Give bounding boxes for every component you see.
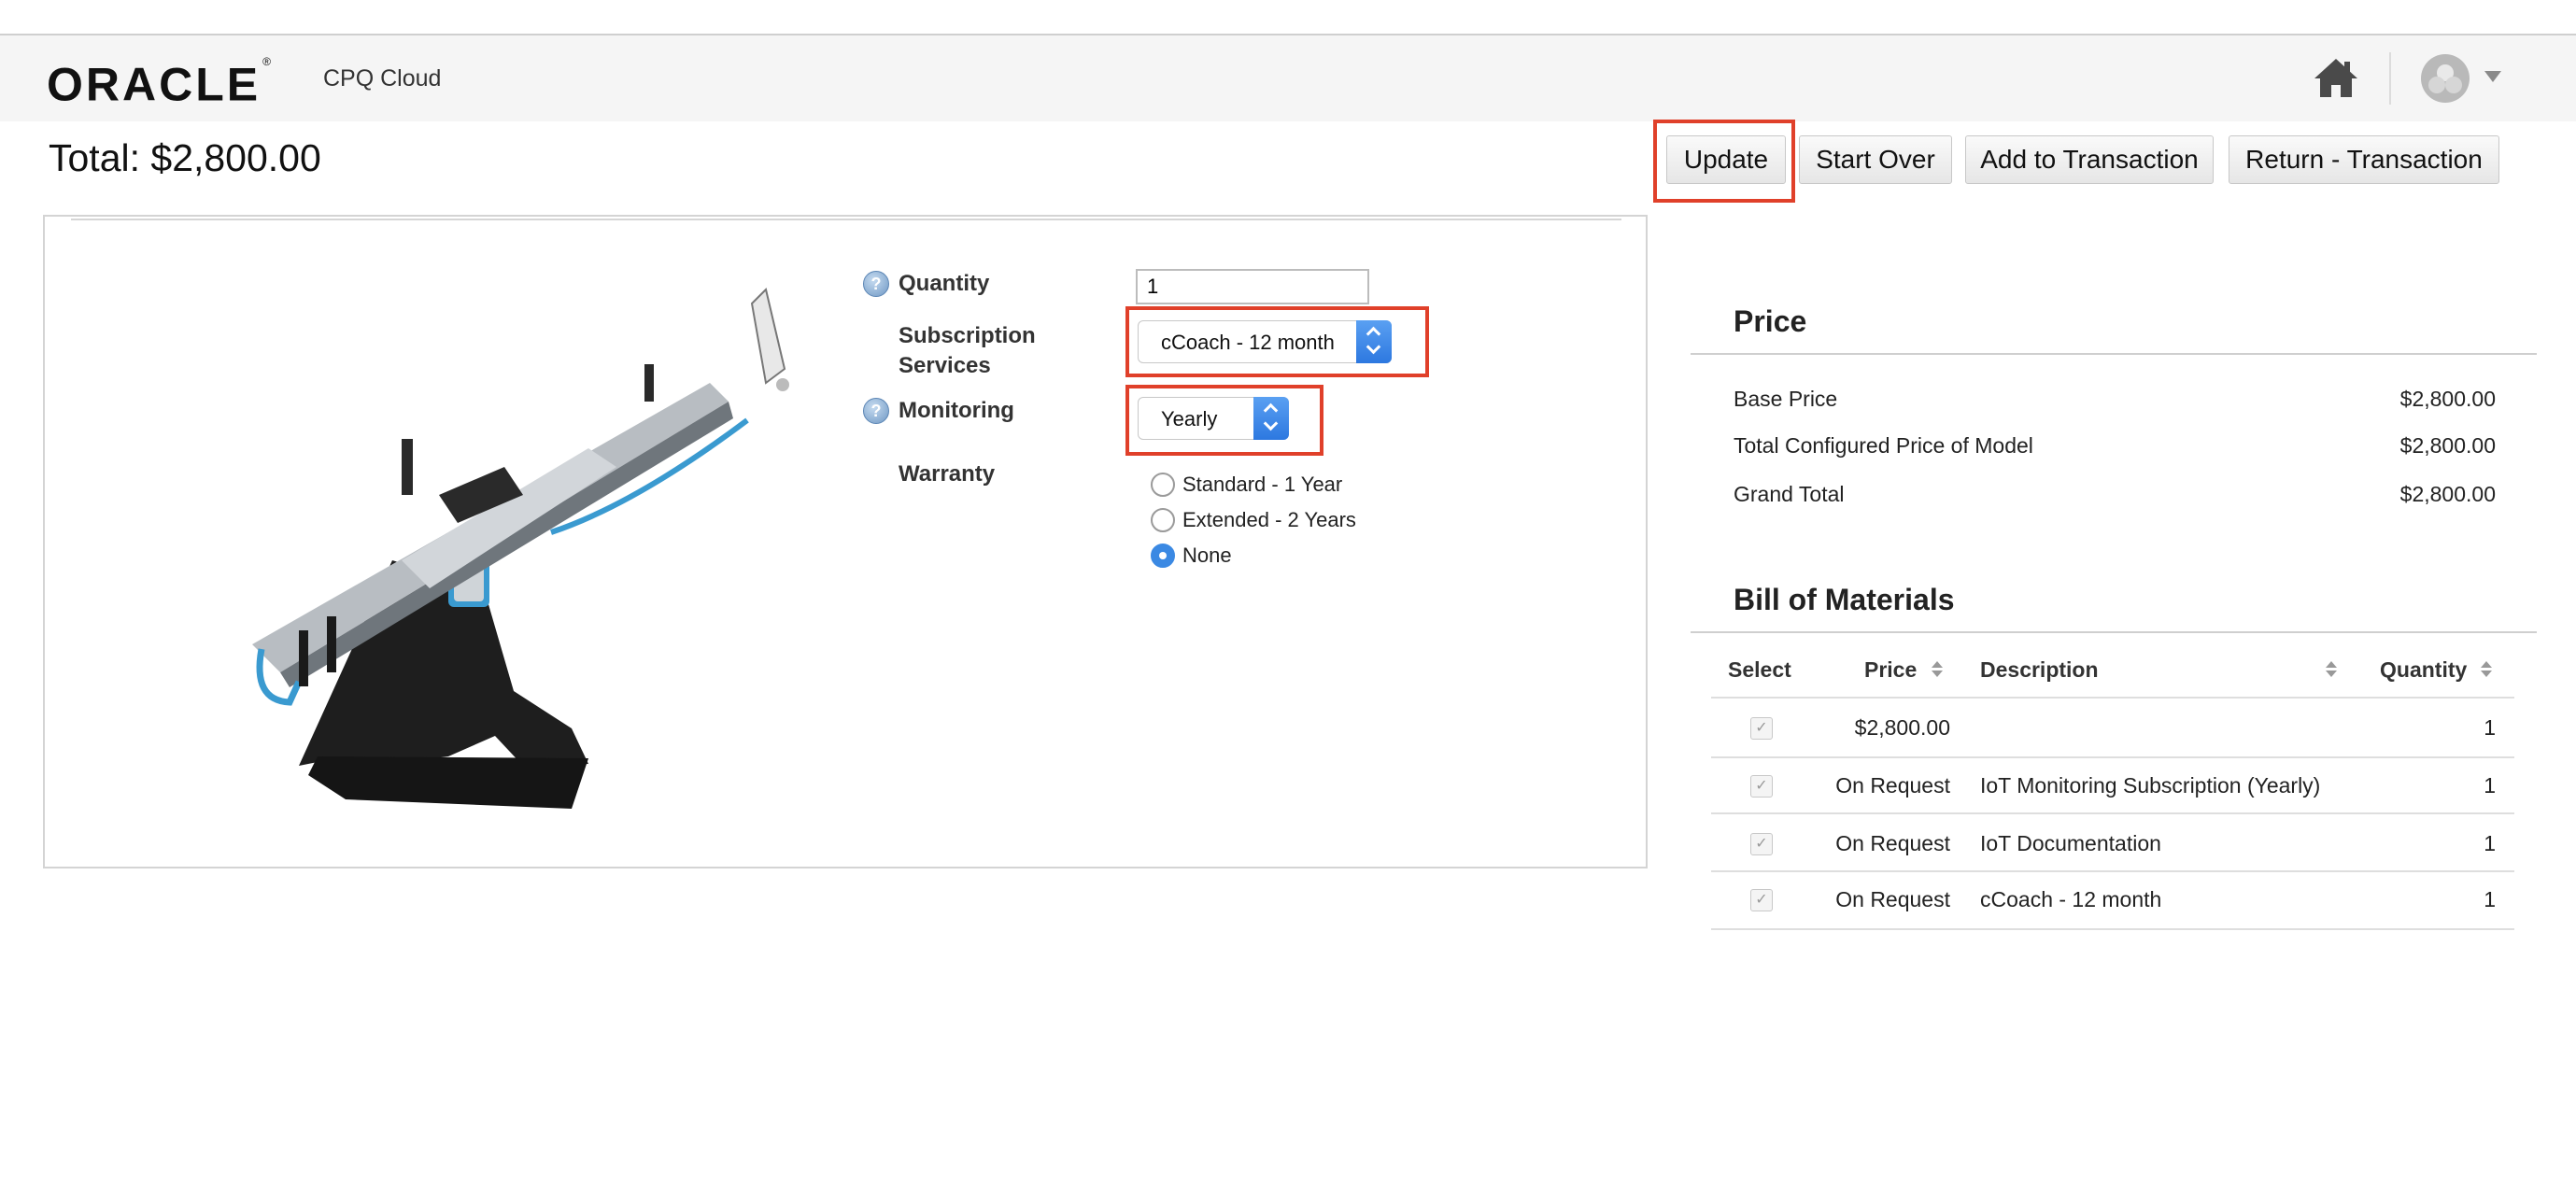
table-header-divider xyxy=(1711,697,2514,699)
column-header-select: Select xyxy=(1728,657,1791,682)
row-description: IoT Monitoring Subscription (Yearly) xyxy=(1980,773,2321,798)
oracle-logo: ORACLE ® xyxy=(47,55,271,111)
price-divider xyxy=(1691,353,2537,355)
monitoring-label: Monitoring xyxy=(899,398,1014,423)
sort-down-icon[interactable] xyxy=(1932,671,1943,677)
row-price: On Request xyxy=(1835,887,1950,911)
row-select-checkbox[interactable]: ✓ xyxy=(1750,889,1773,911)
subscription-label-line1: Subscription xyxy=(899,323,1036,348)
base-price-label: Base Price xyxy=(1734,387,1838,411)
start-over-button[interactable]: Start Over xyxy=(1799,135,1952,184)
user-avatar-icon[interactable] xyxy=(2421,54,2470,103)
row-quantity: 1 xyxy=(2484,831,2496,855)
base-price-value: $2,800.00 xyxy=(2399,387,2496,411)
panel-top-divider xyxy=(71,219,1621,220)
sort-up-icon[interactable] xyxy=(2481,661,2492,668)
row-description: cCoach - 12 month xyxy=(1980,887,2162,911)
configured-price-value: $2,800.00 xyxy=(2399,433,2496,458)
quantity-input[interactable] xyxy=(1136,269,1369,304)
update-highlight-box xyxy=(1653,120,1795,203)
warranty-standard-label: Standard - 1 Year xyxy=(1182,473,1343,496)
row-divider xyxy=(1711,870,2514,872)
price-section-title: Price xyxy=(1734,304,1807,338)
bom-divider xyxy=(1691,631,2537,633)
quantity-label: Quantity xyxy=(899,271,990,296)
row-price: On Request xyxy=(1835,831,1950,855)
row-quantity: 1 xyxy=(2484,887,2496,911)
monitoring-help-icon[interactable]: ? xyxy=(863,398,889,424)
return-transaction-button[interactable]: Return - Transaction xyxy=(2229,135,2499,184)
row-quantity: 1 xyxy=(2484,715,2496,740)
sort-up-icon[interactable] xyxy=(1932,661,1943,668)
warranty-extended-label: Extended - 2 Years xyxy=(1182,508,1356,531)
warranty-label: Warranty xyxy=(899,461,996,487)
row-quantity: 1 xyxy=(2484,773,2496,798)
subscription-label-line2: Services xyxy=(899,353,991,378)
row-price: On Request xyxy=(1835,773,1950,798)
add-to-transaction-button[interactable]: Add to Transaction xyxy=(1965,135,2214,184)
app-name: CPQ Cloud xyxy=(323,65,442,92)
warranty-none-radio[interactable] xyxy=(1151,544,1175,568)
row-price: $2,800.00 xyxy=(1854,715,1950,740)
row-select-checkbox[interactable]: ✓ xyxy=(1750,717,1773,740)
warranty-standard-radio[interactable] xyxy=(1151,473,1175,497)
sort-up-icon[interactable] xyxy=(2326,661,2337,668)
configured-price-label: Total Configured Price of Model xyxy=(1734,433,2033,458)
product-image xyxy=(252,288,789,809)
row-divider xyxy=(1711,928,2514,930)
monitoring-highlight-box xyxy=(1125,385,1323,456)
quantity-help-icon[interactable]: ? xyxy=(863,271,889,297)
row-description: IoT Documentation xyxy=(1980,831,2161,855)
caret-down-icon[interactable] xyxy=(2484,71,2501,82)
bom-section-title: Bill of Materials xyxy=(1734,583,1955,616)
header-divider xyxy=(2389,52,2391,105)
column-header-price[interactable]: Price xyxy=(1864,657,1917,683)
row-select-checkbox[interactable]: ✓ xyxy=(1750,833,1773,855)
warranty-none-label: None xyxy=(1182,544,1232,567)
grand-total-label: Grand Total xyxy=(1734,482,1845,506)
column-header-description[interactable]: Description xyxy=(1980,657,2099,683)
row-select-checkbox[interactable]: ✓ xyxy=(1750,775,1773,798)
column-header-quantity[interactable]: Quantity xyxy=(2380,657,2467,683)
sort-down-icon[interactable] xyxy=(2481,671,2492,677)
grand-total-value: $2,800.00 xyxy=(2399,482,2496,506)
home-icon[interactable] xyxy=(2313,56,2359,99)
subscription-highlight-box xyxy=(1125,306,1429,377)
row-divider xyxy=(1711,756,2514,758)
sort-down-icon[interactable] xyxy=(2326,671,2337,677)
warranty-extended-radio[interactable] xyxy=(1151,508,1175,532)
row-divider xyxy=(1711,812,2514,814)
total-amount: Total: $2,800.00 xyxy=(49,136,321,179)
